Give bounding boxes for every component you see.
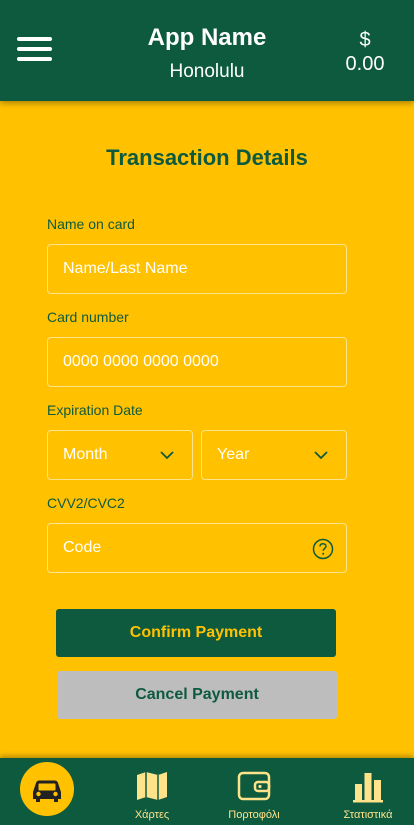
help-icon[interactable] xyxy=(312,538,334,560)
cvv-placeholder: Code xyxy=(63,539,102,556)
card-number-label: Card number xyxy=(47,309,129,325)
expiration-date-label: Expiration Date xyxy=(47,402,143,418)
nav-item-car[interactable] xyxy=(20,762,74,816)
confirm-payment-button[interactable]: Confirm Payment xyxy=(56,609,336,657)
page-title: Transaction Details xyxy=(106,145,308,170)
card-number-field[interactable]: 0000 0000 0000 0000 xyxy=(47,337,347,387)
name-on-card-label: Name on card xyxy=(47,216,135,232)
cancel-payment-button[interactable]: Cancel Payment xyxy=(57,671,337,719)
bar-chart-icon xyxy=(353,773,383,803)
chevron-down-icon xyxy=(160,451,174,460)
nav-item-wallet[interactable]: Πορτοφόλι xyxy=(214,770,294,821)
balance-display: $ 0.00 xyxy=(340,28,390,76)
nav-item-maps[interactable]: Χάρτες xyxy=(112,770,192,821)
nav-label-wallet: Πορτοφόλι xyxy=(228,809,280,821)
year-select-value: Year xyxy=(217,446,250,463)
bottom-nav: Χάρτες Πορτοφόλι Στατιστικά xyxy=(0,758,414,825)
year-select[interactable]: Year xyxy=(201,430,347,480)
chevron-down-icon xyxy=(314,451,328,460)
nav-label-maps: Χάρτες xyxy=(134,809,170,821)
nav-item-statistics[interactable]: Στατιστικά xyxy=(328,770,408,821)
car-icon xyxy=(33,780,61,802)
map-icon xyxy=(137,772,167,800)
month-select-value: Month xyxy=(63,446,108,463)
name-on-card-field[interactable]: Name/Last Name xyxy=(47,244,347,294)
wallet-icon xyxy=(237,771,271,801)
top-app-bar: App Name Honolulu $ 0.00 xyxy=(0,0,414,101)
currency-symbol: $ xyxy=(359,29,371,51)
month-select[interactable]: Month xyxy=(47,430,193,480)
nav-label-statistics: Στατιστικά xyxy=(343,809,393,821)
cvv-field[interactable]: Code xyxy=(47,523,347,573)
balance-amount: 0.00 xyxy=(345,53,385,75)
cvv-label: CVV2/CVC2 xyxy=(47,495,125,511)
